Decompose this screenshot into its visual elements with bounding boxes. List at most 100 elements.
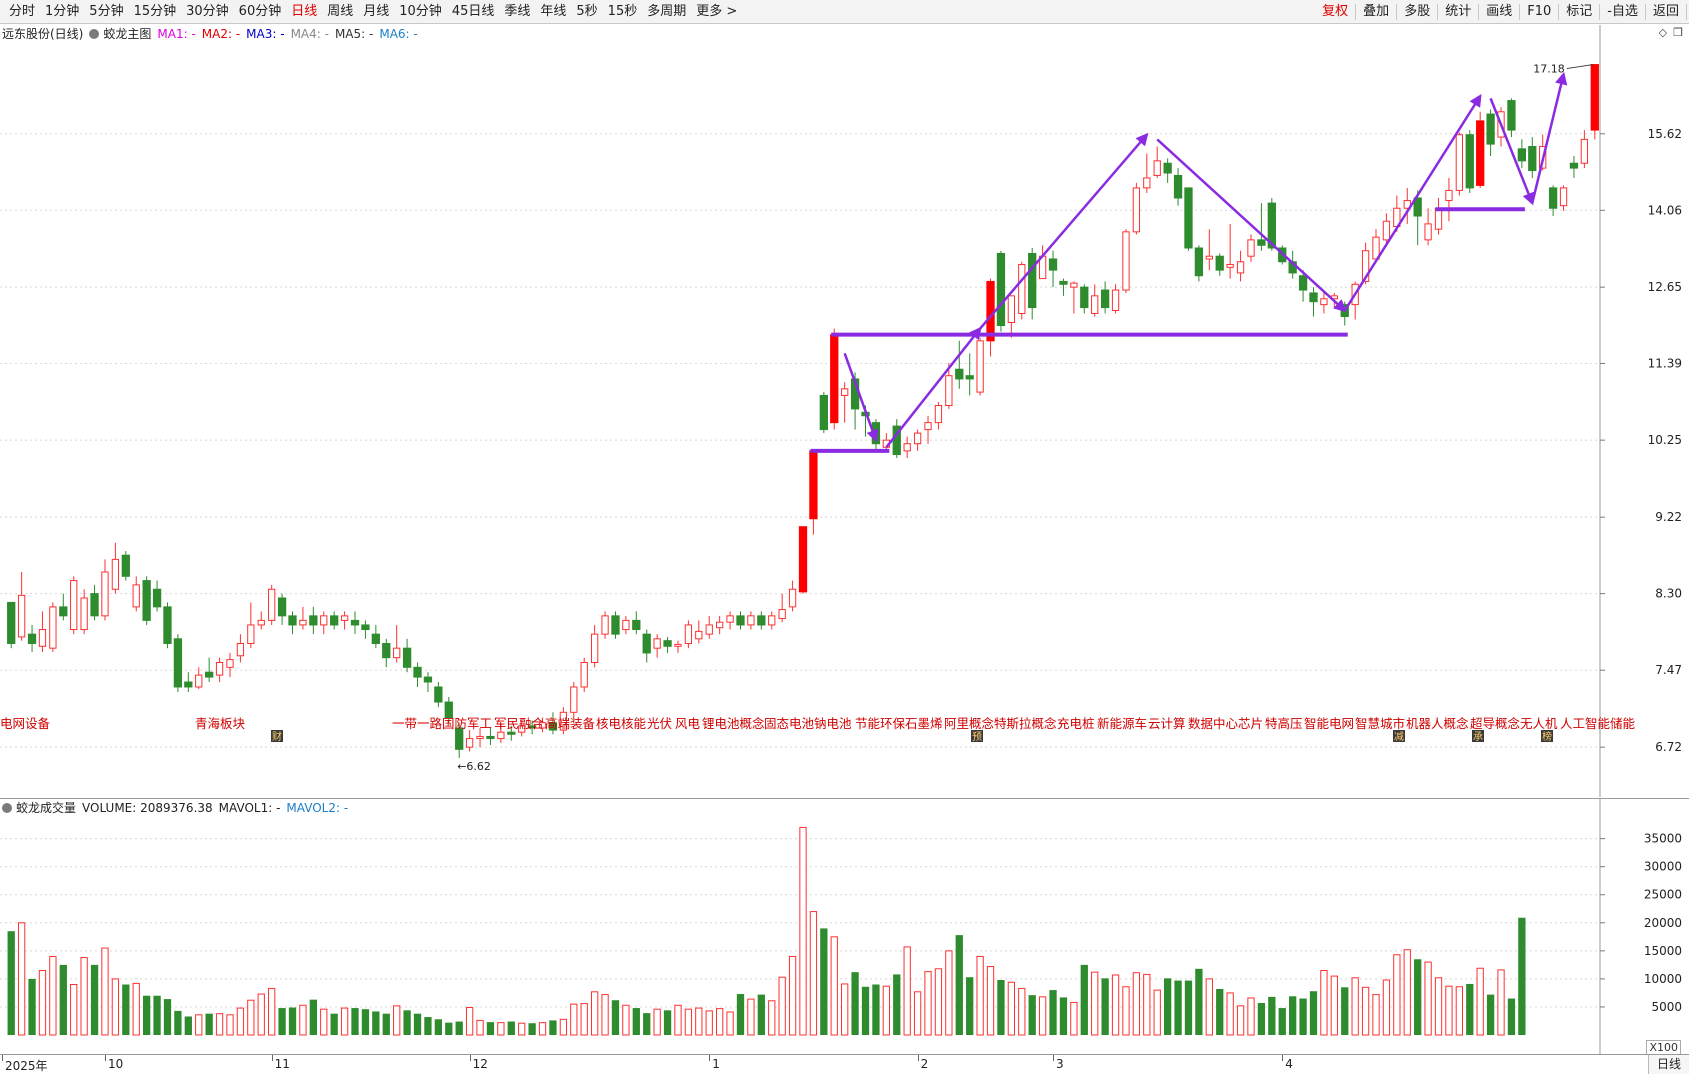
volume-bar xyxy=(101,947,109,1036)
candle-body xyxy=(1298,275,1308,291)
date-label: 12 xyxy=(472,1057,488,1071)
period-tab-11[interactable]: 季线 xyxy=(499,1,535,23)
volume-bar xyxy=(1476,967,1484,1036)
candle-body xyxy=(653,638,661,649)
volume-bar xyxy=(768,1000,776,1036)
volume-bar xyxy=(1028,995,1036,1035)
volume-bar xyxy=(778,976,786,1036)
period-tab-5[interactable]: 60分钟 xyxy=(234,1,287,23)
toolbar-button-5[interactable]: F10 xyxy=(1522,1,1556,23)
candle-body xyxy=(1590,64,1599,131)
candle xyxy=(111,542,120,594)
period-tab-16[interactable]: 更多 > xyxy=(691,1,742,23)
candle-body xyxy=(393,647,401,659)
toolbar-button-3[interactable]: 统计 xyxy=(1440,1,1476,23)
candle-body xyxy=(1517,148,1527,162)
volume-bar xyxy=(476,1019,484,1036)
period-tab-0[interactable]: 分时 xyxy=(4,1,40,23)
candle-body xyxy=(1111,289,1120,312)
candle xyxy=(1517,139,1527,169)
event-marker[interactable]: 减 xyxy=(1393,730,1405,743)
period-tab-12[interactable]: 年线 xyxy=(535,1,571,23)
event-marker[interactable]: 财 xyxy=(271,730,283,743)
period-tab-14[interactable]: 15秒 xyxy=(603,1,643,23)
volume-bar xyxy=(1455,986,1463,1036)
period-tab-2[interactable]: 5分钟 xyxy=(84,1,128,23)
candle xyxy=(663,636,672,653)
toolbar-separator xyxy=(1519,4,1521,20)
candle-body xyxy=(1465,134,1474,189)
candle-body xyxy=(1059,280,1068,285)
price-chart-panel[interactable]: 远东股份(日线) 蛟龙主图 MA1: - MA2: - MA3: - MA4: - MA… xyxy=(0,25,1689,797)
toolbar-button-8[interactable]: 返回 xyxy=(1648,1,1684,23)
volume-bar xyxy=(1226,992,1234,1036)
volume-bar xyxy=(913,991,922,1036)
sector-label: 数据中心 xyxy=(1188,716,1239,731)
volume-bar xyxy=(601,994,609,1036)
period-indicator-tab[interactable]: 日线 xyxy=(1647,1055,1689,1074)
event-marker[interactable]: 承 xyxy=(1472,730,1484,743)
sector-label: 智慧城市 xyxy=(1355,716,1405,731)
volume-bar xyxy=(424,1017,432,1035)
diamond-icon[interactable]: ◇ xyxy=(1659,26,1667,39)
period-tab-8[interactable]: 月线 xyxy=(358,1,394,23)
date-tick xyxy=(271,1055,273,1061)
volume-bar xyxy=(820,928,828,1035)
toolbar-button-2[interactable]: 多股 xyxy=(1399,1,1435,23)
volume-bar xyxy=(90,964,99,1035)
period-tab-3[interactable]: 15分钟 xyxy=(129,1,182,23)
period-tab-6[interactable]: 日线 xyxy=(286,1,322,23)
candle-body xyxy=(768,615,776,626)
candle-body xyxy=(601,615,609,635)
period-tab-9[interactable]: 10分钟 xyxy=(394,1,447,23)
window-icon[interactable]: ❐ xyxy=(1673,26,1683,39)
candle xyxy=(371,624,380,649)
volume-bar xyxy=(382,1013,390,1035)
volume-chart-panel[interactable]: 蛟龙成交量 VOLUME: 2089376.38 MAVOL1: - MAVOL… xyxy=(0,798,1689,1055)
volume-bar xyxy=(1122,986,1130,1036)
candle-body xyxy=(976,340,984,393)
event-marker[interactable]: 预 xyxy=(971,730,983,743)
candle-body xyxy=(736,615,745,626)
volume-bar xyxy=(643,1013,651,1035)
candle xyxy=(1309,287,1318,317)
volume-bar xyxy=(799,826,807,1036)
candle-body xyxy=(1236,261,1245,274)
candle-body xyxy=(350,619,360,626)
candle-body xyxy=(49,606,57,649)
candle-body xyxy=(788,588,797,608)
period-tab-10[interactable]: 45日线 xyxy=(447,1,500,23)
candle xyxy=(1173,168,1183,206)
period-tab-15[interactable]: 多周期 xyxy=(642,1,691,23)
volume-bar xyxy=(976,955,984,1036)
candle-body xyxy=(361,624,370,631)
candle xyxy=(580,657,588,692)
candle xyxy=(299,606,307,630)
toolbar-button-1[interactable]: 叠加 xyxy=(1358,1,1394,23)
candle-body xyxy=(288,615,297,626)
event-marker[interactable]: 榜 xyxy=(1541,730,1553,743)
period-tab-1[interactable]: 1分钟 xyxy=(40,1,84,23)
volume-bar xyxy=(663,1010,672,1035)
volume-bar xyxy=(1330,975,1338,1036)
volume-bar xyxy=(174,1010,182,1035)
toolbar-button-6[interactable]: 标记 xyxy=(1561,1,1597,23)
toolbar-button-7[interactable]: -自选 xyxy=(1602,1,1643,23)
volume-bar xyxy=(372,1011,380,1035)
volume-bar xyxy=(903,946,911,1036)
volume-bar xyxy=(1341,987,1349,1035)
toolbar-button-0[interactable]: 复权 xyxy=(1317,1,1353,23)
volume-bar xyxy=(747,998,755,1036)
volume-bar xyxy=(486,1022,495,1035)
candle xyxy=(913,429,922,451)
candle xyxy=(320,611,328,635)
volume-bar xyxy=(986,966,995,1036)
period-tab-13[interactable]: 5秒 xyxy=(571,1,602,23)
sector-label: 锂电池概念 xyxy=(702,716,765,731)
candle xyxy=(1070,281,1078,314)
volume-bar xyxy=(413,1013,422,1035)
period-tab-7[interactable]: 周线 xyxy=(322,1,358,23)
toolbar-button-4[interactable]: 画线 xyxy=(1481,1,1517,23)
candle xyxy=(59,593,68,621)
period-tab-4[interactable]: 30分钟 xyxy=(181,1,234,23)
